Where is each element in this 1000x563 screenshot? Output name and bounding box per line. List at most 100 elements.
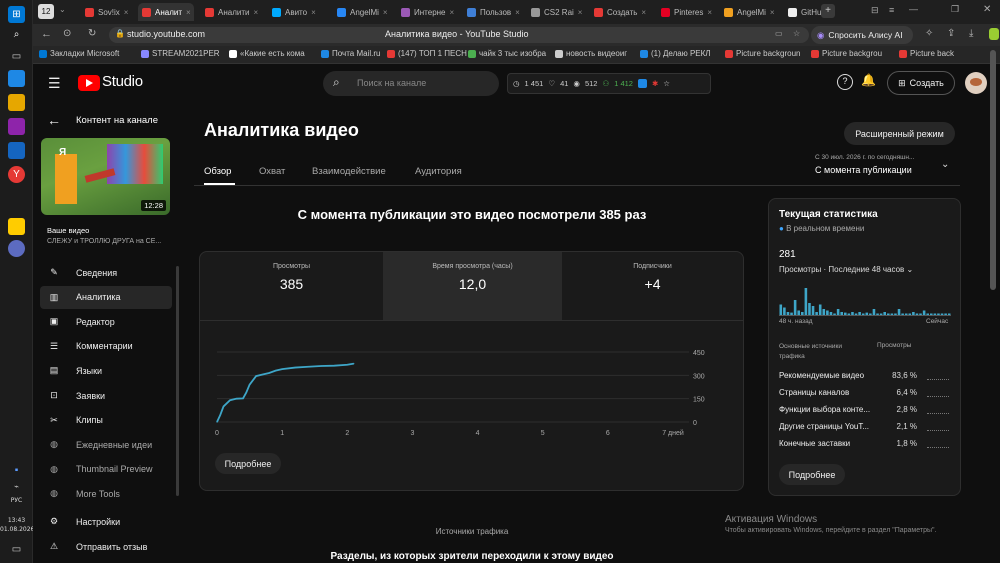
tab-close-icon[interactable]: ×: [641, 8, 646, 17]
metric-subscribers[interactable]: Подписчики +4: [562, 252, 743, 320]
realtime-bar-chart[interactable]: [779, 284, 951, 316]
bookmark-item[interactable]: Picture backgroun: [725, 49, 800, 58]
bookmark-icon[interactable]: ⊟: [871, 5, 879, 16]
share-icon[interactable]: ⇪: [947, 28, 955, 39]
bookmark-item[interactable]: Picture backgrou: [811, 49, 882, 58]
sidebar-item-analytics[interactable]: ▥ Аналитика: [40, 285, 172, 309]
tab-engagement[interactable]: Взаимодействие: [312, 166, 386, 177]
menu-icon[interactable]: ≡: [889, 5, 894, 15]
reload-icon[interactable]: ↻: [88, 28, 96, 39]
tab-close-icon[interactable]: ×: [770, 8, 775, 17]
tab-count[interactable]: 12: [38, 4, 54, 19]
extension-icon-3[interactable]: ☆: [663, 79, 670, 88]
extension-icon-1[interactable]: [637, 79, 647, 88]
app-icon-4[interactable]: [8, 218, 25, 235]
browser-tab[interactable]: Интерне ×: [397, 3, 456, 21]
advanced-mode-button[interactable]: Расширенный режим: [844, 122, 955, 145]
sidebar-item-comment[interactable]: ☰ Комментарии: [40, 335, 172, 358]
back-arrow-icon[interactable]: ←: [41, 28, 52, 40]
sidebar-scrollbar[interactable]: [176, 266, 179, 496]
file-explorer-icon[interactable]: [8, 94, 25, 111]
browser-tab[interactable]: Sov!ix ×: [81, 3, 131, 21]
create-button[interactable]: ⊞ Создать: [887, 71, 955, 95]
realtime-period-selector[interactable]: Просмотры · Последние 48 часов ⌄: [779, 265, 913, 274]
notification-icon[interactable]: ▭: [8, 541, 25, 558]
bookmark-item[interactable]: STREAM2021PER: [141, 49, 220, 58]
tab-close-icon[interactable]: ×: [311, 8, 316, 17]
sidebar-item-ideas[interactable]: ◍ Ежедневные идеи: [40, 433, 172, 456]
new-tab-button[interactable]: +: [821, 4, 835, 18]
tab-reach[interactable]: Охват: [259, 166, 285, 177]
browser-tab[interactable]: Аналит ×: [138, 3, 194, 21]
app-icon-1[interactable]: [8, 70, 25, 87]
tab-audience[interactable]: Аудитория: [415, 166, 462, 177]
sidebar-item-editor[interactable]: ▣ Редактор: [40, 310, 172, 333]
youtube-logo-icon[interactable]: [78, 75, 100, 91]
bookmark-item[interactable]: Почта Mail.ru: [321, 49, 380, 58]
tab-close-icon[interactable]: ×: [515, 8, 520, 17]
tab-close-icon[interactable]: ×: [707, 8, 712, 17]
tray-icon[interactable]: ▪: [8, 462, 25, 479]
bookmark-star-icon[interactable]: ☆: [793, 29, 800, 38]
browser-tab[interactable]: AngelMi ×: [720, 3, 777, 21]
tab-list-chevron-icon[interactable]: ⌄: [59, 5, 66, 14]
close-window-icon[interactable]: ✕: [983, 4, 991, 15]
sidebar-item-pencil[interactable]: ✎ Сведения: [40, 261, 172, 284]
realtime-more-button[interactable]: Подробнее: [779, 464, 845, 485]
search-icon[interactable]: ⌕: [8, 26, 25, 43]
browser-tab[interactable]: Создать ×: [590, 3, 650, 21]
sidebar-item-claims[interactable]: ⊡ Заявки: [40, 384, 172, 407]
more-details-button[interactable]: Подробнее: [215, 453, 281, 474]
metric-views[interactable]: Просмотры 385: [200, 252, 383, 320]
browser-tab[interactable]: Pinteres ×: [657, 3, 713, 21]
tab-overview[interactable]: Обзор: [204, 166, 231, 177]
period-selector[interactable]: С 30 июл. 2026 г. по сегодняшн... С моме…: [815, 154, 955, 180]
tab-close-icon[interactable]: ×: [186, 8, 191, 17]
bookmark-item[interactable]: новость видеоиг: [555, 49, 627, 58]
sidebar-item-languages[interactable]: ▤ Языки: [40, 359, 172, 382]
notifications-bell-icon[interactable]: 🔔: [861, 73, 876, 87]
tab-close-icon[interactable]: ×: [253, 8, 258, 17]
browser-tab[interactable]: CS2 Rai ×: [527, 3, 583, 21]
tab-close-icon[interactable]: ×: [383, 8, 388, 17]
page-scrollbar[interactable]: [990, 50, 996, 290]
ask-alice-button[interactable]: ◉ Спросить Алису AI: [811, 26, 913, 44]
tab-close-icon[interactable]: ×: [578, 8, 583, 17]
bookmark-item[interactable]: чайк 3 тыс изобра: [468, 49, 546, 58]
bookmark-item[interactable]: (147) ТОП 1 ПЕСН: [387, 49, 467, 58]
app-icon-3[interactable]: [8, 142, 25, 159]
network-icon[interactable]: ⌁: [8, 478, 25, 495]
download-icon[interactable]: ⤓: [969, 28, 973, 39]
yandex-home-icon[interactable]: ⊙: [63, 28, 71, 39]
extension-icon-2[interactable]: ✱: [652, 79, 658, 88]
restore-icon[interactable]: ❐: [951, 4, 959, 15]
browser-tab[interactable]: Пользов ×: [463, 3, 520, 21]
video-thumbnail[interactable]: Я 12:28: [41, 138, 170, 215]
tab-close-icon[interactable]: ×: [124, 8, 129, 17]
metric-watch-time[interactable]: Время просмотра (часы) 12,0: [383, 252, 562, 320]
copy-icon[interactable]: ▭: [775, 29, 783, 38]
bookmark-item[interactable]: Picture back: [899, 49, 954, 58]
back-arrow-icon[interactable]: ←: [47, 112, 61, 128]
windows-start-icon[interactable]: ⊞: [8, 6, 25, 23]
url-field[interactable]: 🔒 studio.youtube.com Аналитика видео - Y…: [109, 27, 809, 43]
channel-content-link[interactable]: Контент на канале: [76, 115, 158, 126]
browser-tab[interactable]: AngelMi ×: [333, 3, 390, 21]
app-icon-2[interactable]: [8, 118, 25, 135]
profile-icon[interactable]: [989, 28, 999, 40]
feedback-nav[interactable]: ⚠ Отправить отзыв: [40, 535, 172, 558]
tab-close-icon[interactable]: ×: [450, 8, 455, 17]
bookmark-item[interactable]: Закладки Microsoft: [39, 49, 119, 58]
sidebar-item-preview[interactable]: ◍ Thumbnail Preview: [40, 458, 172, 481]
minimize-icon[interactable]: —: [909, 4, 918, 14]
app-icon-5[interactable]: [8, 240, 25, 257]
language-indicator[interactable]: РУС: [0, 497, 33, 504]
yandex-browser-icon[interactable]: Y: [8, 166, 25, 183]
search-input[interactable]: ⌕ Поиск на канале: [323, 71, 499, 96]
extensions-icon[interactable]: ✧: [925, 28, 933, 39]
bookmark-item[interactable]: (1) Делаю РЕКЛ: [640, 49, 711, 58]
browser-tab[interactable]: Аналити ×: [201, 3, 261, 21]
views-line-chart[interactable]: 0 150 300 450 0 1 2 3 4 5 6 7 дней: [199, 340, 739, 445]
sidebar-item-tools[interactable]: ◍ More Tools: [40, 482, 172, 505]
account-avatar[interactable]: [965, 72, 987, 94]
